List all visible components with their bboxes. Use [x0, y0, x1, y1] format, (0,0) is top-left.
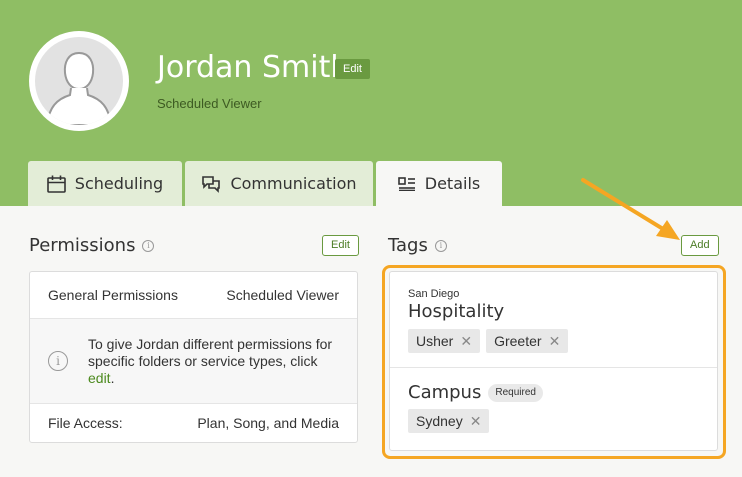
calendar-icon — [46, 175, 66, 193]
tab-communication-label: Communication — [230, 174, 357, 193]
avatar[interactable] — [29, 31, 129, 131]
info-icon: i — [48, 351, 68, 371]
permissions-heading: Permissions i — [29, 235, 155, 256]
info-icon[interactable]: i — [434, 239, 447, 252]
permissions-note-end: . — [110, 369, 115, 386]
person-name: Jordan Smith — [157, 50, 350, 85]
permissions-note-text: To give Jordan different permissions for… — [88, 335, 333, 369]
person-role: Scheduled Viewer — [157, 96, 262, 111]
tab-scheduling-label: Scheduling — [74, 174, 164, 193]
permissions-edit-button[interactable]: Edit — [322, 235, 359, 256]
file-access-value: Plan, Song, and Media — [197, 415, 339, 431]
add-tag-button[interactable]: Add — [681, 235, 719, 256]
tags-title: Tags — [388, 235, 428, 256]
general-permissions-label: General Permissions — [48, 287, 178, 303]
general-permissions-value: Scheduled Viewer — [226, 287, 339, 303]
tab-details[interactable]: Details — [376, 161, 502, 206]
tab-communication[interactable]: Communication — [185, 161, 373, 206]
permissions-note-row: i To give Jordan different permissions f… — [30, 319, 357, 404]
file-access-label: File Access: — [48, 415, 123, 431]
general-permissions-row: General Permissions Scheduled Viewer — [30, 272, 357, 319]
tags-heading: Tags i — [388, 235, 447, 256]
permissions-edit-link[interactable]: edit — [88, 370, 111, 386]
user-silhouette-icon — [45, 51, 113, 125]
edit-name-button[interactable]: Edit — [335, 59, 370, 79]
info-icon[interactable]: i — [142, 239, 155, 252]
chat-bubbles-icon — [202, 175, 221, 193]
tab-scheduling[interactable]: Scheduling — [28, 161, 182, 206]
permissions-title: Permissions — [29, 235, 136, 256]
permissions-note: To give Jordan different permissions for… — [88, 336, 338, 387]
details-card-icon — [397, 176, 415, 191]
profile-header: Jordan Smith Edit Scheduled Viewer Sched… — [0, 0, 742, 206]
tab-details-label: Details — [424, 174, 481, 193]
tags-highlight-box — [382, 265, 726, 459]
permissions-card: General Permissions Scheduled Viewer i T… — [29, 271, 358, 443]
file-access-row: File Access: Plan, Song, and Media — [30, 404, 357, 442]
